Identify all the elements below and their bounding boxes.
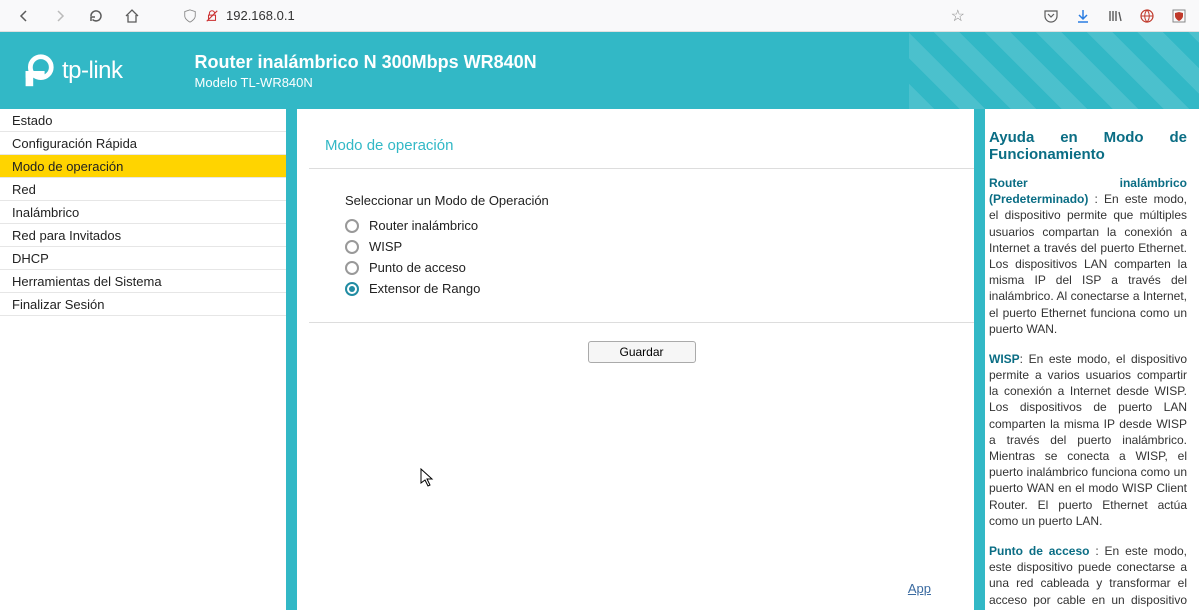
url-text: 192.168.0.1 (226, 8, 945, 23)
group-label: Seleccionar un Modo de Operación (345, 193, 974, 208)
help-paragraph: Router inalámbrico (Predeterminado) : En… (989, 175, 1187, 337)
help-title: Ayuda en Modo de Funcionamiento (989, 129, 1187, 163)
address-bar[interactable]: 192.168.0.1 ☆ (174, 2, 973, 30)
section-title: Modo de operación (309, 109, 974, 168)
divider (974, 109, 985, 610)
radio-option[interactable]: Extensor de Rango (345, 281, 974, 296)
sidebar-item[interactable]: Inalámbrico (0, 201, 286, 224)
home-button[interactable] (118, 2, 146, 30)
app-link[interactable]: App (908, 581, 967, 596)
help-panel: Ayuda en Modo de Funcionamiento Router i… (985, 109, 1199, 610)
radio-option[interactable]: WISP (345, 239, 974, 254)
sidebar-item[interactable]: Herramientas del Sistema (0, 270, 286, 293)
shield-icon (182, 8, 198, 24)
sidebar-item[interactable]: Modo de operación (0, 155, 286, 178)
radio-option[interactable]: Punto de acceso (345, 260, 974, 275)
bookmark-star-icon[interactable]: ☆ (951, 6, 965, 26)
browser-extensions (1041, 6, 1189, 26)
radio-label: Extensor de Rango (369, 281, 480, 296)
main-panel: Modo de operación Seleccionar un Modo de… (297, 109, 974, 610)
sidebar-item[interactable]: Finalizar Sesión (0, 293, 286, 316)
extension-shield-icon[interactable] (1169, 6, 1189, 26)
radio-label: WISP (369, 239, 402, 254)
sidebar-item[interactable]: Configuración Rápida (0, 132, 286, 155)
radio-label: Router inalámbrico (369, 218, 478, 233)
library-icon[interactable] (1105, 6, 1125, 26)
brand-logo: tp-link (18, 52, 123, 90)
browser-toolbar: 192.168.0.1 ☆ (0, 0, 1199, 32)
model-text: Modelo TL-WR840N (195, 75, 537, 90)
sidebar-item[interactable]: Red para Invitados (0, 224, 286, 247)
lock-insecure-icon (204, 8, 220, 24)
pocket-icon[interactable] (1041, 6, 1061, 26)
page-title: Router inalámbrico N 300Mbps WR840N (195, 52, 537, 73)
sidebar-item[interactable]: Estado (0, 109, 286, 132)
brand-text: tp-link (62, 57, 123, 85)
save-button[interactable]: Guardar (588, 341, 696, 363)
download-icon[interactable] (1073, 6, 1093, 26)
sidebar-nav: EstadoConfiguración RápidaModo de operac… (0, 109, 286, 316)
divider (286, 109, 297, 610)
reload-button[interactable] (82, 2, 110, 30)
help-paragraph: Punto de acceso : En este modo, este dis… (989, 543, 1187, 610)
sidebar-item[interactable]: Red (0, 178, 286, 201)
back-button[interactable] (10, 2, 38, 30)
radio-icon[interactable] (345, 219, 359, 233)
radio-option[interactable]: Router inalámbrico (345, 218, 974, 233)
radio-label: Punto de acceso (369, 260, 466, 275)
help-paragraph: WISP: En este modo, el dispositivo permi… (989, 351, 1187, 529)
radio-icon[interactable] (345, 261, 359, 275)
forward-button[interactable] (46, 2, 74, 30)
extension-globe-icon[interactable] (1137, 6, 1157, 26)
router-header: tp-link Router inalámbrico N 300Mbps WR8… (0, 32, 1199, 109)
radio-icon[interactable] (345, 240, 359, 254)
radio-icon[interactable] (345, 282, 359, 296)
sidebar-item[interactable]: DHCP (0, 247, 286, 270)
